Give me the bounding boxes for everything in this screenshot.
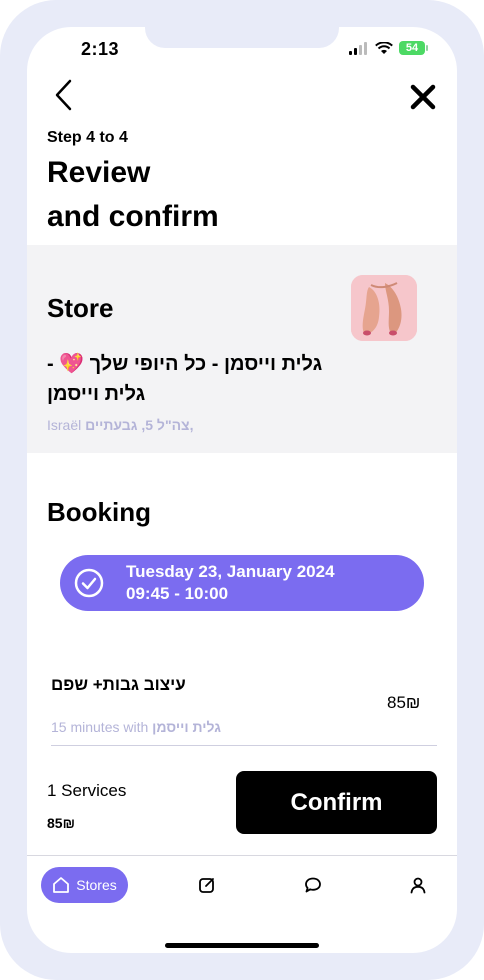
home-icon — [53, 877, 70, 893]
page-title-line1: Review — [47, 156, 151, 189]
store-name: גלית וייסמן - כל היופי שלך 💖 - גלית וייס… — [47, 353, 323, 405]
close-button[interactable] — [407, 81, 439, 113]
store-section: Store גלית וייסמן - כל היופי שלך 💖 - גלי… — [27, 245, 457, 453]
service-divider — [51, 745, 437, 746]
store-address: Israël צה"ל 5, גבעתיים, — [47, 417, 193, 433]
tab-profile[interactable] — [400, 867, 436, 903]
back-button[interactable] — [49, 77, 79, 113]
service-price: 85₪ — [387, 693, 421, 712]
chat-bubble-icon — [305, 877, 321, 893]
booking-date-pill: Tuesday 23, January 2024 09:45 - 10:00 — [60, 555, 424, 611]
page-title: Review and confirm — [47, 151, 427, 239]
tab-messages[interactable] — [295, 867, 331, 903]
status-indicators: 54 — [349, 41, 428, 55]
tab-stores[interactable]: Stores — [41, 867, 128, 903]
booking-datetime: Tuesday 23, January 2024 09:45 - 10:00 — [126, 561, 335, 605]
store-image — [351, 275, 417, 341]
tabbar-divider — [27, 855, 457, 856]
services-count: 1 Services — [47, 781, 127, 800]
home-indicator — [165, 943, 319, 948]
booking-heading: Booking — [47, 497, 151, 527]
phone-screen: 2:13 54 Step 4 to 4 Review and confirm S… — [27, 27, 457, 953]
tab-stores-label: Stores — [76, 877, 117, 893]
service-staff: גלית וייסמן — [152, 719, 221, 735]
check-circle-icon — [72, 566, 106, 600]
tab-bar: Stores — [27, 857, 457, 917]
service-duration: 15 minutes with — [51, 719, 149, 735]
page-title-line2: and confirm — [47, 200, 219, 233]
store-photo-icon — [351, 275, 417, 341]
tab-bookings[interactable] — [189, 867, 225, 903]
store-heading: Store — [47, 293, 114, 323]
step-indicator: Step 4 to 4 — [47, 129, 128, 146]
chevron-left-icon — [55, 79, 72, 111]
user-icon — [410, 877, 426, 894]
cellular-signal-icon — [349, 41, 367, 55]
battery-level: 54 — [405, 42, 419, 54]
wifi-icon — [375, 41, 393, 54]
service-detail: 15 minutes with גלית וייסמן — [51, 719, 221, 735]
booking-time: 09:45 - 10:00 — [126, 584, 229, 603]
edit-square-icon — [199, 878, 214, 893]
status-time: 2:13 — [81, 39, 120, 59]
device-notch — [145, 27, 339, 48]
store-street: צה"ל 5, גבעתיים, — [85, 417, 194, 433]
services-total: 85₪ — [47, 815, 75, 831]
service-name: עיצוב גבות+ שפם — [51, 675, 186, 694]
store-country: Israël — [47, 417, 82, 433]
battery-icon: 54 — [399, 41, 428, 55]
close-icon — [410, 84, 436, 110]
confirm-button[interactable]: Confirm — [236, 771, 437, 834]
booking-date: Tuesday 23, January 2024 — [126, 562, 335, 581]
